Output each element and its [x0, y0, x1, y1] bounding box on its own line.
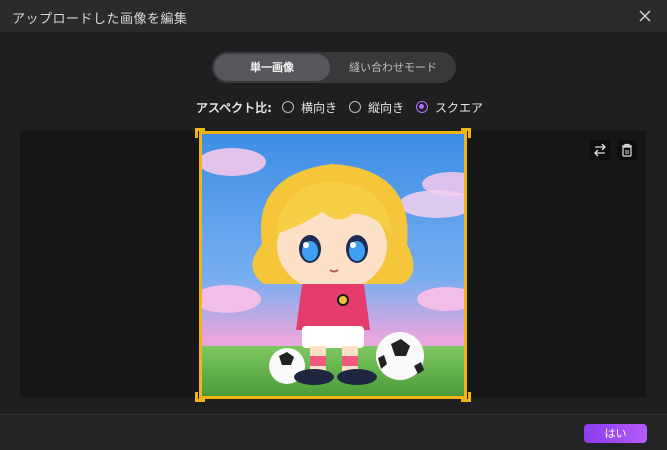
crop-handle-top-left[interactable]: [195, 128, 205, 138]
delete-button[interactable]: [617, 140, 637, 160]
swap-button[interactable]: [590, 140, 610, 160]
radio-square[interactable]: スクエア: [416, 99, 483, 116]
trash-icon: [622, 143, 632, 157]
radio-landscape-dot[interactable]: [281, 101, 294, 113]
mode-switch: 単一画像 縫い合わせモード: [212, 52, 456, 83]
chibi-soccer-girl-illustration: [202, 134, 464, 396]
tab-single-image[interactable]: 単一画像: [214, 54, 330, 81]
radio-portrait-label: 縦向き: [367, 100, 404, 115]
close-icon[interactable]: [635, 6, 655, 26]
dialog-footer: [0, 414, 667, 450]
crop-handle-top-right[interactable]: [461, 128, 471, 138]
radio-portrait-dot[interactable]: [348, 101, 361, 113]
radio-landscape-label: 横向き: [300, 100, 337, 115]
radio-square-label: スクエア: [435, 100, 484, 115]
radio-portrait[interactable]: 縦向き: [348, 99, 404, 116]
uploaded-image[interactable]: [199, 131, 467, 399]
aspect-ratio-row: アスペクト比: 横向き 縦向き スクエア: [196, 98, 495, 116]
dialog-title: アップロードした画像を編集: [12, 12, 188, 27]
crop-handle-bottom-right[interactable]: [461, 392, 471, 402]
tab-stitch-mode[interactable]: 縫い合わせモード: [332, 54, 454, 81]
swap-icon: [594, 143, 606, 157]
confirm-button[interactable]: はい: [584, 424, 647, 443]
crop-handle-bottom-left[interactable]: [195, 392, 205, 402]
radio-square-dot[interactable]: [416, 101, 428, 113]
aspect-ratio-label: アスペクト比:: [196, 100, 272, 115]
radio-landscape[interactable]: 横向き: [281, 99, 337, 116]
